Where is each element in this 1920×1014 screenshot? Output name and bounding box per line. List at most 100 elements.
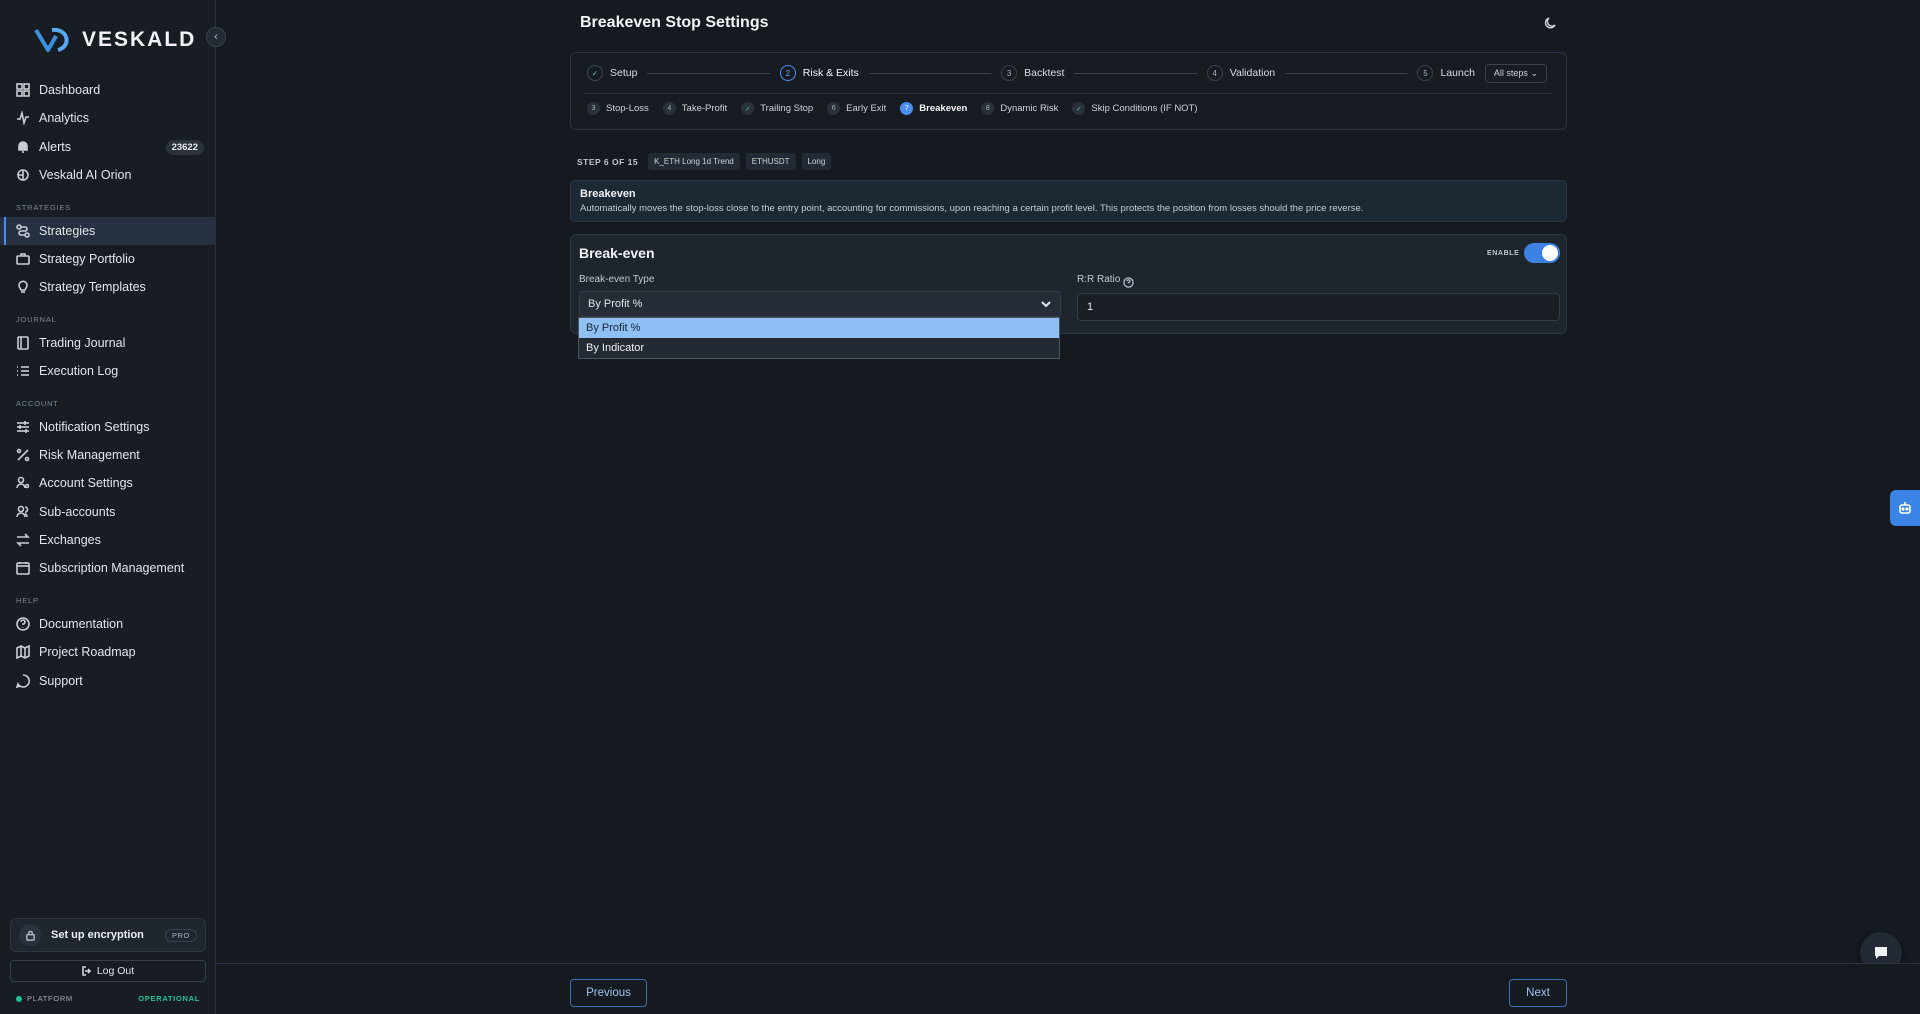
grid-icon xyxy=(16,83,30,97)
setup-encryption-label: Set up encryption xyxy=(51,929,144,941)
sidebar-item-strategy-portfolio[interactable]: Strategy Portfolio xyxy=(0,245,216,273)
symbol-chip: ETHUSDT xyxy=(745,153,796,170)
step-label: Backtest xyxy=(1024,67,1065,79)
book-icon xyxy=(16,335,30,350)
briefcase-icon xyxy=(16,252,30,266)
substep-breakeven[interactable]: 7 Breakeven xyxy=(900,102,967,115)
enable-toggle[interactable] xyxy=(1524,243,1560,263)
message-icon xyxy=(16,673,30,688)
break-even-type-select[interactable]: By Profit % xyxy=(579,291,1061,317)
moon-icon xyxy=(1544,17,1556,29)
break-even-title: Break-even xyxy=(579,245,655,261)
step-backtest[interactable]: 3 Backtest xyxy=(1001,65,1064,81)
check-icon: ✓ xyxy=(741,102,755,115)
sidebar-item-execution-log[interactable]: Execution Log xyxy=(0,357,216,385)
sidebar-item-analytics[interactable]: Analytics xyxy=(0,104,216,132)
substep-stop-loss[interactable]: 3 Stop-Loss xyxy=(587,102,649,115)
sidebar-item-notification-settings[interactable]: Notification Settings xyxy=(0,413,216,441)
theme-toggle-button[interactable] xyxy=(1544,16,1560,32)
option-by-profit[interactable]: By Profit % xyxy=(579,318,1059,338)
sidebar-item-subscription-management[interactable]: Subscription Management xyxy=(0,554,216,582)
sidebar-item-strategies[interactable]: Strategies xyxy=(0,216,216,245)
option-by-indicator[interactable]: By Indicator xyxy=(579,338,1059,358)
section-label-help: HELP xyxy=(16,595,39,605)
next-button[interactable]: Next xyxy=(1509,979,1567,1007)
step-label: Launch xyxy=(1440,67,1475,79)
toggle-knob xyxy=(1542,245,1558,261)
step-number: 4 xyxy=(1206,65,1223,81)
sidebar-item-alerts[interactable]: Alerts 23622 xyxy=(0,133,216,161)
calendar-icon xyxy=(16,561,30,576)
alerts-count-badge: 23622 xyxy=(165,139,204,155)
substep-skip-conditions[interactable]: ✓ Skip Conditions (IF NOT) xyxy=(1072,102,1198,115)
step-label: Setup xyxy=(610,67,638,79)
sidebar-item-support[interactable]: Support xyxy=(0,667,216,695)
check-icon: ✓ xyxy=(587,65,603,81)
map-icon xyxy=(16,645,30,660)
step-validation[interactable]: 4 Validation xyxy=(1206,65,1276,81)
lock-icon xyxy=(19,924,41,946)
check-icon: ✓ xyxy=(1072,102,1086,115)
substep-label: Skip Conditions (IF NOT) xyxy=(1091,103,1198,114)
help-icon[interactable] xyxy=(1123,275,1134,288)
substep-early-exit[interactable]: 6 Early Exit xyxy=(827,102,886,115)
swap-icon xyxy=(16,533,30,547)
select-value: By Profit % xyxy=(588,298,643,310)
step-number: 2 xyxy=(779,65,796,81)
sidebar-item-label: Notification Settings xyxy=(39,419,150,434)
robot-icon xyxy=(1899,502,1911,514)
logout-label: Log Out xyxy=(96,965,135,977)
substep-trailing-stop[interactable]: ✓ Trailing Stop xyxy=(741,102,813,115)
activity-icon xyxy=(16,111,30,126)
brand-logo[interactable]: VESKALD xyxy=(34,26,196,54)
sidebar-item-label: Dashboard xyxy=(39,83,101,97)
sidebar-item-label: Trading Journal xyxy=(39,335,126,350)
section-label-journal: JOURNAL xyxy=(16,314,57,324)
sidebar-item-strategy-templates[interactable]: Strategy Templates xyxy=(0,273,216,301)
rr-ratio-input[interactable] xyxy=(1077,293,1560,321)
sidebar-item-trading-journal[interactable]: Trading Journal xyxy=(0,329,216,357)
enable-label: ENABLE xyxy=(1487,250,1520,257)
breakeven-info-box: Breakeven Automatically moves the stop-l… xyxy=(570,180,1567,222)
sidebar-item-orion[interactable]: Veskald AI Orion xyxy=(0,161,216,189)
step-connector xyxy=(1285,72,1408,74)
substep-label: Take-Profit xyxy=(681,103,728,114)
substep-label: Stop-Loss xyxy=(606,103,649,114)
assistant-side-button[interactable] xyxy=(1890,490,1920,526)
sidebar-item-documentation[interactable]: Documentation xyxy=(0,610,216,638)
strategy-name-chip: K_ETH Long 1d Trend xyxy=(648,153,740,170)
sidebar-item-dashboard[interactable]: Dashboard xyxy=(0,76,216,104)
direction-chip: Long xyxy=(801,153,832,170)
sidebar-item-account-settings[interactable]: Account Settings xyxy=(0,469,216,497)
collapse-sidebar-button[interactable]: ‹ xyxy=(206,27,226,47)
substep-take-profit[interactable]: 4 Take-Profit xyxy=(662,102,728,115)
substep-label: Early Exit xyxy=(846,103,887,114)
substep-label: Trailing Stop xyxy=(760,103,814,114)
sidebar-item-sub-accounts[interactable]: Sub-accounts xyxy=(0,498,216,526)
substep-label: Breakeven xyxy=(919,103,968,114)
setup-encryption-card[interactable]: Set up encryption PRO xyxy=(10,918,206,952)
step-label: Risk & Exits xyxy=(802,67,859,79)
sidebar-item-label: Documentation xyxy=(39,616,124,631)
route-icon xyxy=(16,223,30,238)
info-description: Automatically moves the stop-loss close … xyxy=(580,203,1364,214)
sidebar-item-risk-management[interactable]: Risk Management xyxy=(0,441,216,469)
step-label: Validation xyxy=(1229,67,1276,79)
platform-status-row: PLATFORM OPERATIONAL xyxy=(16,994,200,1003)
substep-number: 8 xyxy=(981,102,995,115)
substep-number: 3 xyxy=(587,102,600,115)
platform-label: PLATFORM xyxy=(27,994,73,1003)
substep-dynamic-risk[interactable]: 8 Dynamic Risk xyxy=(981,102,1058,115)
step-launch[interactable]: 5 Launch xyxy=(1417,65,1475,81)
step-setup[interactable]: ✓ Setup xyxy=(587,65,637,81)
sidebar-item-exchanges[interactable]: Exchanges xyxy=(0,526,216,554)
help-circle-icon xyxy=(16,617,30,631)
logout-button[interactable]: Log Out xyxy=(10,960,206,982)
all-steps-dropdown[interactable]: All steps ⌄ xyxy=(1484,63,1547,83)
sidebar-item-project-roadmap[interactable]: Project Roadmap xyxy=(0,638,216,666)
percent-icon xyxy=(16,448,30,462)
step-risk-exits[interactable]: 2 Risk & Exits xyxy=(779,65,859,81)
strategy-meta: STEP 6 OF 15 K_ETH Long 1d Trend ETHUSDT… xyxy=(577,153,832,170)
previous-button[interactable]: Previous xyxy=(570,979,647,1007)
list-icon xyxy=(16,364,30,378)
